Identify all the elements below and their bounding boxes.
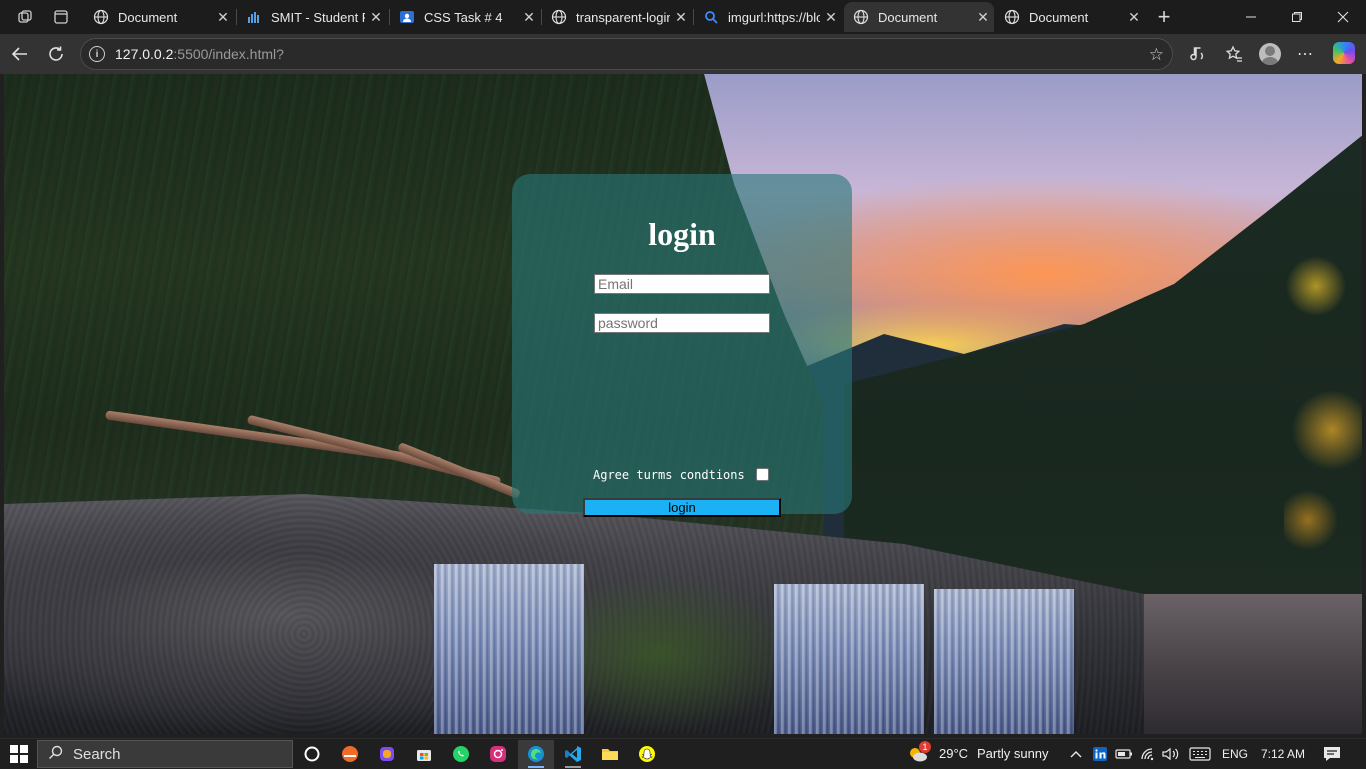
close-tab-icon[interactable]: ✕: [972, 9, 994, 26]
address-bar[interactable]: i 127.0.0.2:5500/index.html? ☆: [80, 38, 1173, 70]
globe-icon: [92, 8, 110, 26]
clock[interactable]: 7:12 AM: [1261, 747, 1305, 761]
tab-imgurl-search[interactable]: imgurl:https://blo ✕: [694, 2, 842, 32]
waterfall-streaks: [934, 589, 1074, 734]
chevron-up-icon[interactable]: [1067, 745, 1085, 763]
search-icon: [48, 745, 63, 764]
linkedin-icon[interactable]: [1091, 745, 1109, 763]
cortana-icon[interactable]: [301, 743, 323, 765]
waterfall-streaks: [434, 564, 584, 734]
login-button[interactable]: login: [583, 498, 781, 517]
edge-icon[interactable]: [525, 743, 547, 765]
read-aloud-icon[interactable]: [1186, 42, 1212, 66]
taskbar-search[interactable]: Search: [37, 740, 293, 768]
tab-title: Document: [1029, 9, 1089, 25]
notifications-icon[interactable]: [1323, 745, 1341, 763]
close-tab-icon[interactable]: ✕: [518, 9, 540, 26]
waterfall-streaks: [774, 584, 924, 734]
search-icon: [702, 8, 720, 26]
smit-logo-icon: [245, 8, 263, 26]
restore-button[interactable]: [1274, 0, 1320, 34]
tab-smit[interactable]: SMIT - Student Pc ✕: [237, 2, 387, 32]
more-menu-icon[interactable]: ⋯: [1292, 42, 1318, 66]
tab-strip: Document ✕ SMIT - Student Pc ✕ CSS Task …: [0, 0, 1366, 34]
copilot-taskbar-icon[interactable]: [376, 743, 398, 765]
page-viewport: login Agree turms condtions login: [4, 74, 1362, 734]
file-explorer-icon[interactable]: [599, 743, 621, 765]
snapchat-icon[interactable]: [636, 743, 658, 765]
classroom-icon: [398, 8, 416, 26]
battery-icon[interactable]: [1115, 745, 1133, 763]
favorite-star-icon[interactable]: ☆: [1149, 45, 1164, 65]
tab-transparent-login[interactable]: transparent-login ✕: [542, 2, 692, 32]
windows-taskbar: Search 1 29°C Partly sunny ENG 7:12 AM: [0, 738, 1366, 769]
globe-icon: [1003, 8, 1021, 26]
close-tab-icon[interactable]: ✕: [670, 9, 692, 26]
weather-badge: 1: [919, 741, 931, 753]
new-tab-button[interactable]: +: [1150, 4, 1178, 30]
vscode-icon[interactable]: [562, 743, 584, 765]
tab-title: Document: [878, 9, 938, 25]
volume-icon[interactable]: [1162, 745, 1180, 763]
tab-actions-icon[interactable]: [48, 5, 74, 29]
tab-title: transparent-login: [576, 9, 670, 25]
app-launcher-icon[interactable]: [339, 743, 361, 765]
profile-avatar[interactable]: [1259, 43, 1281, 65]
tab-title: SMIT - Student Pc: [271, 9, 365, 25]
tab-document-active[interactable]: Document ✕: [844, 2, 994, 32]
favorites-icon[interactable]: [1221, 42, 1247, 66]
refresh-button[interactable]: [41, 40, 71, 68]
password-field[interactable]: [594, 313, 770, 333]
login-heading: login: [648, 216, 716, 252]
wifi-icon[interactable]: [1139, 745, 1157, 763]
keyboard-icon[interactable]: [1188, 745, 1212, 763]
close-tab-icon[interactable]: ✕: [212, 9, 234, 26]
tab-document-7[interactable]: Document ✕: [995, 2, 1145, 32]
tab-title: CSS Task # 4: [424, 9, 503, 25]
agree-terms-checkbox[interactable]: [756, 468, 769, 481]
globe-icon: [550, 8, 568, 26]
minimize-button[interactable]: [1228, 0, 1274, 34]
instagram-icon[interactable]: [487, 743, 509, 765]
start-button[interactable]: [10, 745, 28, 763]
tab-document-1[interactable]: Document ✕: [84, 2, 234, 32]
tab-title: Document: [118, 9, 178, 25]
copilot-icon[interactable]: [1333, 42, 1355, 64]
store-icon[interactable]: [413, 743, 435, 765]
agree-terms-label: Agree turms condtions: [593, 468, 745, 482]
river: [1124, 594, 1362, 734]
url-text[interactable]: 127.0.0.2:5500/index.html?: [115, 46, 284, 62]
tab-css-task[interactable]: CSS Task # 4 ✕: [390, 2, 540, 32]
site-info-icon[interactable]: i: [89, 46, 105, 62]
globe-icon: [852, 8, 870, 26]
workspaces-icon[interactable]: [12, 5, 38, 29]
whatsapp-icon[interactable]: [450, 743, 472, 765]
autumn-foliage: [1284, 214, 1362, 574]
close-window-button[interactable]: [1320, 0, 1366, 34]
temperature-text[interactable]: 29°C: [939, 746, 968, 761]
tab-title: imgurl:https://blo: [728, 9, 820, 25]
moss-patch: [564, 574, 804, 734]
email-field[interactable]: [594, 274, 770, 294]
close-tab-icon[interactable]: ✕: [820, 9, 842, 26]
close-tab-icon[interactable]: ✕: [1123, 9, 1145, 26]
weather-text[interactable]: Partly sunny: [977, 746, 1049, 761]
back-button[interactable]: [5, 40, 35, 68]
login-card: login Agree turms condtions login: [512, 174, 852, 517]
search-label: Search: [73, 745, 121, 763]
close-tab-icon[interactable]: ✕: [365, 9, 387, 26]
navigation-bar: i 127.0.0.2:5500/index.html? ☆ ⋯: [0, 34, 1366, 74]
language-indicator[interactable]: ENG: [1222, 747, 1248, 761]
